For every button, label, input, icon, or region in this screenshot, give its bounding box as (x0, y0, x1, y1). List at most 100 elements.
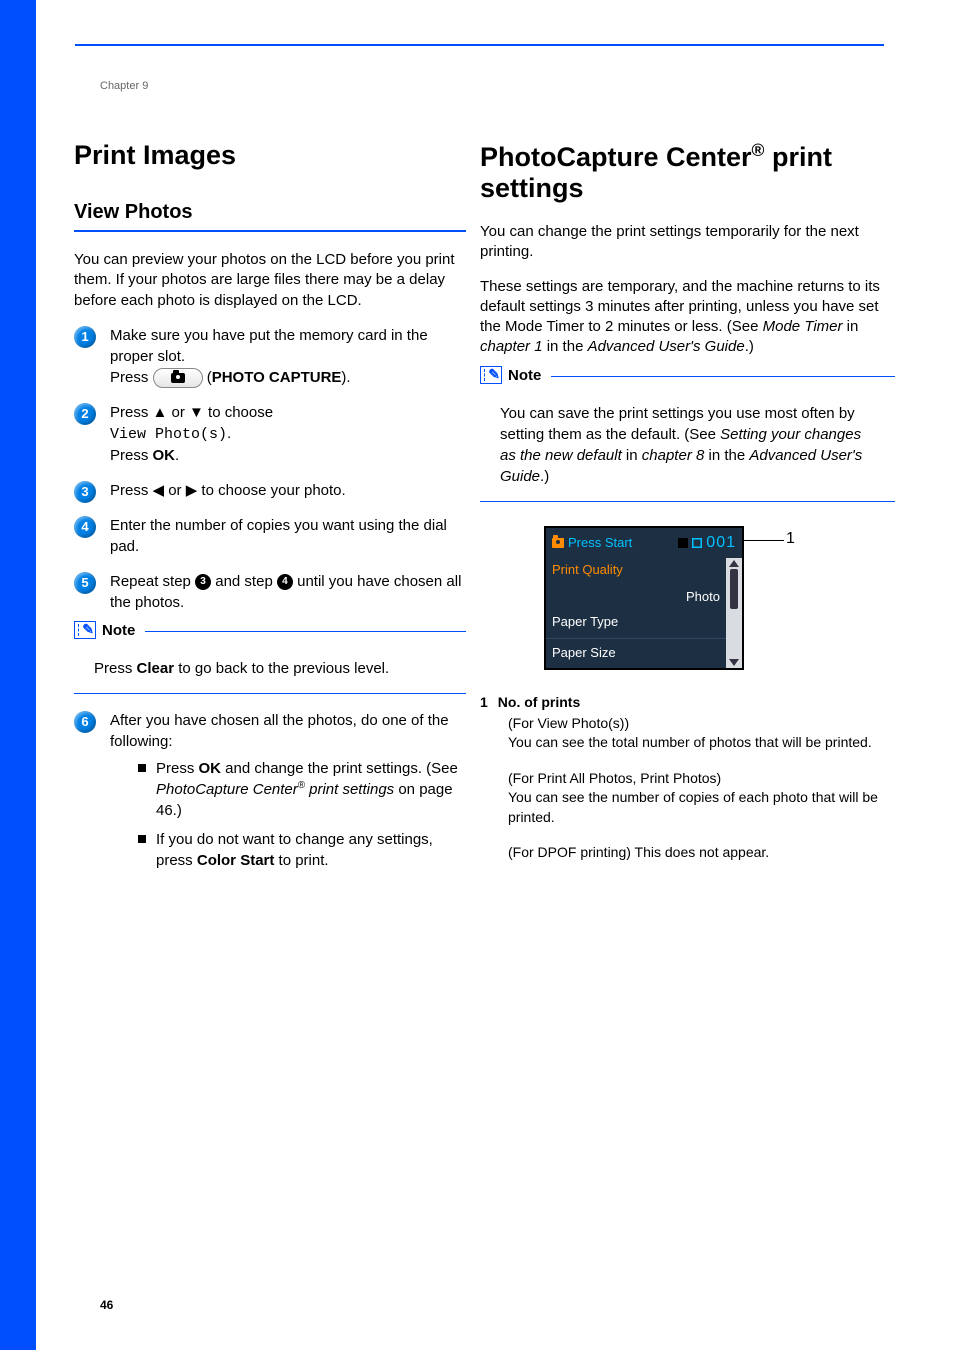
def-2b: You can see the number of copies of each… (508, 789, 878, 825)
b1-i2: print settings (305, 781, 394, 798)
step-1-text-a: Make sure you have put the memory card i… (110, 327, 428, 365)
step-2: 2 Press ▲ or ▼ to choose View Photo(s). … (74, 402, 466, 466)
bullet-2: If you do not want to change any setting… (138, 829, 466, 871)
note-title-right: Note (508, 365, 541, 386)
lcd-paper-type: Paper Type (546, 608, 742, 638)
lcd-illustration: Press Start 001 Print Quality Photo Pape… (544, 526, 760, 670)
step-5-b: and step (215, 573, 277, 590)
b1-a: Press (156, 760, 199, 777)
step-4: 4 Enter the number of copies you want us… (74, 515, 466, 557)
lcd-paper-size: Paper Size (546, 638, 742, 668)
step-badge-3: 3 (74, 481, 96, 503)
right-p1: You can change the print settings tempor… (480, 222, 895, 263)
lcd-top-row: Press Start 001 (546, 528, 742, 558)
def-num: 1 (480, 694, 488, 710)
subheading-view-photos: View Photos (74, 201, 466, 232)
b1-b: and change the print settings. (See (221, 760, 458, 777)
note-left-a: Press (94, 660, 137, 677)
def-1a: (For View Photo(s)) (508, 715, 629, 731)
callout-number: 1 (786, 530, 795, 548)
step-badge-4: 4 (74, 516, 96, 538)
square-black-icon (678, 538, 688, 548)
b2-bold: Color Start (197, 852, 275, 869)
chapter-label: Chapter 9 (100, 80, 148, 92)
bullet-1: Press OK and change the print settings. … (138, 758, 466, 821)
note-box-left: Note Press Clear to go back to the previ… (74, 631, 466, 694)
left-column: Print Images View Photos You can preview… (74, 140, 466, 885)
lcd-row1-title: Print Quality (552, 562, 736, 577)
step-badge-6: 6 (74, 711, 96, 733)
photo-capture-key-icon (153, 368, 203, 388)
square-outline-icon (692, 538, 702, 548)
step-2-mono: View Photo(s) (110, 426, 227, 443)
step-1-press: Press (110, 369, 153, 386)
b2-b: to print. (274, 852, 328, 869)
step-6-bullets: Press OK and change the print settings. … (110, 758, 466, 871)
lcd-screen: Press Start 001 Print Quality Photo Pape… (544, 526, 744, 670)
right-column: PhotoCapture Center® print settings You … (480, 140, 895, 879)
p2-b: in (843, 318, 859, 335)
step-1: 1 Make sure you have put the memory card… (74, 325, 466, 388)
lcd-press-start: Press Start (568, 535, 632, 550)
step-2-ok: OK (153, 447, 176, 464)
step-1-photo-capture: PHOTO CAPTURE (212, 369, 342, 386)
h1-sup: ® (752, 140, 765, 160)
note-box-right: Note You can save the print settings you… (480, 376, 895, 502)
step-3: 3 Press ◀ or ▶ to choose your photo. (74, 480, 466, 501)
step-badge-5: 5 (74, 572, 96, 594)
scroll-down-icon (729, 659, 739, 666)
left-blue-sidebar (0, 0, 36, 1350)
b1-ok: OK (199, 760, 222, 777)
top-rule (75, 44, 884, 46)
heading-photocapture: PhotoCapture Center® print settings (480, 140, 895, 204)
intro-paragraph: You can preview your photos on the LCD b… (74, 250, 466, 311)
def-title-row: 1 No. of prints (480, 694, 895, 710)
definitions: 1 No. of prints (For View Photo(s)) You … (480, 694, 895, 864)
heading-print-images: Print Images (74, 140, 466, 171)
lcd-print-quality: Print Quality Photo (546, 558, 742, 608)
note-label-left: Note (74, 620, 145, 641)
step-5: 5 Repeat step 3 and step 4 until you hav… (74, 571, 466, 613)
lcd-scrollbar (726, 558, 742, 668)
b1-sup: ® (298, 780, 305, 791)
step-badge-1: 1 (74, 326, 96, 348)
lcd-row2-title: Paper Type (552, 614, 736, 629)
step-6-text: After you have chosen all the photos, do… (110, 712, 449, 750)
callout-line (744, 540, 784, 541)
def-2a: (For Print All Photos, Print Photos) (508, 770, 721, 786)
note-left-clear: Clear (137, 660, 175, 677)
lcd-row3-title: Paper Size (552, 645, 736, 660)
scroll-thumb (730, 569, 738, 609)
right-p2: These settings are temporary, and the ma… (480, 277, 895, 358)
note-icon-right (480, 366, 502, 384)
def-1: (For View Photo(s)) You can see the tota… (508, 714, 895, 753)
note-icon (74, 621, 96, 639)
page-number: 46 (100, 1298, 113, 1312)
def-2: (For Print All Photos, Print Photos) You… (508, 769, 895, 828)
def-1b: You can see the total number of photos t… (508, 734, 872, 750)
p2-d: .) (745, 338, 754, 355)
lcd-count: 001 (706, 534, 736, 552)
step-2-press: Press (110, 447, 153, 464)
step-1-close: ). (341, 369, 350, 386)
note-r-i2: chapter 8 (642, 447, 705, 464)
h1-a: PhotoCapture Center (480, 142, 752, 172)
note-label-right: Note (480, 365, 551, 386)
step-2-a: Press ▲ or ▼ to choose (110, 404, 273, 421)
steps-list: 1 Make sure you have put the memory card… (74, 325, 466, 613)
p2-c: in the (543, 338, 588, 355)
step-badge-2: 2 (74, 403, 96, 425)
step-5-a: Repeat step (110, 573, 195, 590)
camera-indicator-icon (552, 538, 564, 548)
step-2-end: . (175, 447, 179, 464)
def-3a: (For DPOF printing) This does not appear… (508, 844, 769, 860)
note-title-left: Note (102, 620, 135, 641)
def-title: No. of prints (498, 694, 580, 710)
step-3-text: Press ◀ or ▶ to choose your photo. (110, 482, 346, 499)
note-left-b: to go back to the previous level. (174, 660, 389, 677)
step-6: 6 After you have chosen all the photos, … (74, 710, 466, 871)
b1-i: PhotoCapture Center (156, 781, 298, 798)
step-4-text: Enter the number of copies you want usin… (110, 517, 447, 555)
lcd-row1-val: Photo (686, 589, 720, 604)
note-r-d: .) (540, 468, 549, 485)
